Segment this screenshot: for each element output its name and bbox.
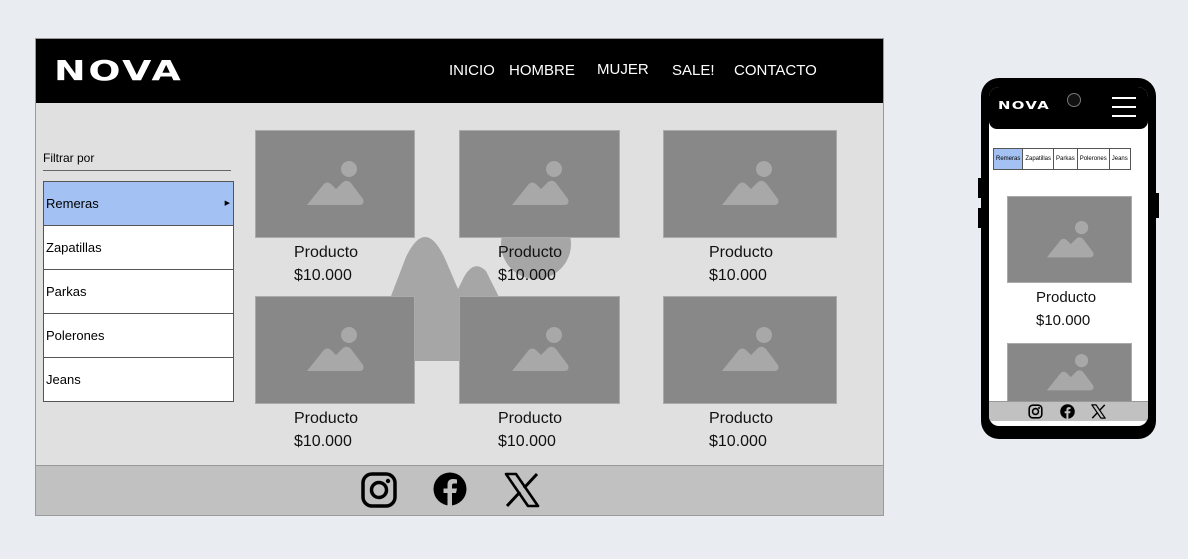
product-image-icon[interactable] — [459, 130, 620, 238]
filter-item-polerones[interactable]: Polerones — [44, 313, 233, 357]
product-image-icon[interactable] — [255, 130, 415, 238]
instagram-icon[interactable] — [1028, 404, 1043, 419]
product-price: $10.000 — [1036, 312, 1091, 329]
tab-polerones[interactable]: Polerones — [1076, 149, 1109, 169]
product-image-icon[interactable] — [459, 296, 620, 404]
product-price: $10.000 — [294, 267, 352, 284]
product-price: $10.000 — [709, 433, 767, 450]
mobile-mockup: NOVA Remeras Zapatillas Parkas Polerones… — [978, 78, 1159, 439]
product-price: $10.000 — [709, 267, 767, 284]
filter-item-label: Zapatillas — [46, 240, 102, 255]
desktop-mockup: NOVA INICIO HOMBRE MUJER SALE! CONTACTO … — [35, 38, 884, 516]
facebook-icon[interactable] — [433, 472, 467, 506]
mobile-navbar: NOVA — [989, 87, 1148, 129]
product-name[interactable]: Producto — [294, 410, 358, 428]
product-name[interactable]: Producto — [498, 244, 562, 262]
volume-button — [978, 208, 981, 228]
filter-item-label: Jeans — [46, 372, 81, 387]
brand-logo[interactable]: NOVA — [54, 55, 184, 87]
product-image-icon[interactable] — [663, 296, 837, 404]
nav-item-contacto[interactable]: CONTACTO — [734, 62, 817, 79]
power-button — [1156, 193, 1159, 218]
nav-item-inicio[interactable]: INICIO — [449, 62, 495, 79]
filter-item-label: Parkas — [46, 284, 87, 299]
volume-button — [978, 178, 981, 198]
mobile-filter-tabs: Remeras Zapatillas Parkas Polerones Jean… — [993, 148, 1131, 170]
filter-item-label: Remeras — [46, 196, 99, 211]
tab-remeras[interactable]: Remeras — [994, 149, 1023, 169]
facebook-icon[interactable] — [1060, 404, 1075, 419]
x-icon[interactable] — [1091, 404, 1106, 419]
product-name[interactable]: Producto — [709, 244, 773, 262]
product-name[interactable]: Producto — [709, 410, 773, 428]
filter-list: Remeras ▶ Zapatillas Parkas Polerones Je… — [43, 181, 234, 402]
product-price: $10.000 — [498, 433, 556, 450]
filter-divider — [43, 170, 231, 171]
filter-item-zapatillas[interactable]: Zapatillas — [44, 225, 233, 269]
nav-item-mujer[interactable]: MUJER — [597, 61, 649, 78]
caret-right-icon: ▶ — [224, 200, 230, 207]
nav-item-hombre[interactable]: HOMBRE — [509, 62, 575, 79]
hamburger-menu-icon[interactable] — [1112, 97, 1136, 117]
mobile-footer — [989, 401, 1148, 421]
product-name[interactable]: Producto — [294, 244, 358, 262]
filter-item-remeras[interactable]: Remeras ▶ — [44, 182, 233, 225]
instagram-icon[interactable] — [360, 471, 398, 509]
product-price: $10.000 — [294, 433, 352, 450]
brand-logo[interactable]: NOVA — [998, 99, 1050, 113]
product-image-icon[interactable] — [255, 296, 415, 404]
product-name[interactable]: Producto — [498, 410, 562, 428]
filter-item-jeans[interactable]: Jeans — [44, 357, 233, 401]
tab-parkas[interactable]: Parkas — [1053, 149, 1077, 169]
camera-notch — [1067, 93, 1081, 107]
filter-title: Filtrar por — [43, 151, 95, 165]
product-image-icon[interactable] — [663, 130, 837, 238]
mobile-screen: NOVA Remeras Zapatillas Parkas Polerones… — [989, 87, 1148, 426]
product-image-icon[interactable] — [1007, 196, 1132, 283]
filter-item-parkas[interactable]: Parkas — [44, 269, 233, 313]
top-navbar: NOVA INICIO HOMBRE MUJER SALE! CONTACTO — [36, 39, 883, 103]
footer — [36, 465, 883, 515]
filter-item-label: Polerones — [46, 328, 105, 343]
tab-jeans[interactable]: Jeans — [1108, 149, 1130, 169]
tab-zapatillas[interactable]: Zapatillas — [1022, 149, 1054, 169]
nav-item-sale[interactable]: SALE! — [672, 62, 715, 79]
product-price: $10.000 — [498, 267, 556, 284]
x-icon[interactable] — [504, 472, 540, 508]
product-name[interactable]: Producto — [1036, 289, 1096, 306]
